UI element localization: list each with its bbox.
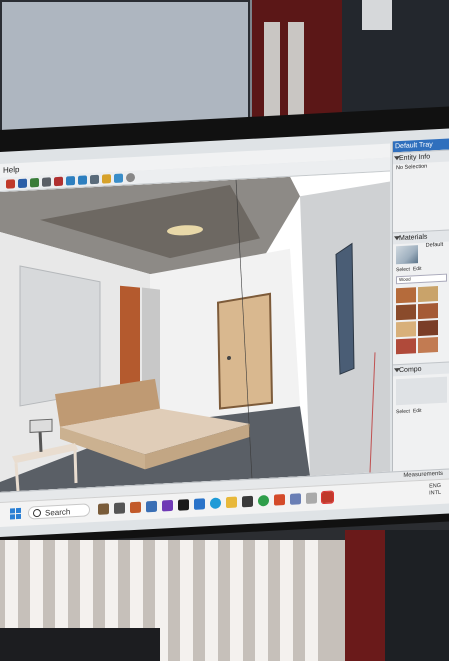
components-tab-select[interactable]: Select [396,409,410,416]
app-icon[interactable] [130,501,141,514]
zoom-extents-icon[interactable] [54,176,63,187]
orbit-icon[interactable] [6,179,15,189]
scene-icon[interactable] [114,173,123,184]
entity-info-body [393,169,449,232]
menu-help[interactable]: Help [3,165,19,175]
chevron-down-icon [394,156,400,161]
edge-icon[interactable] [210,497,221,509]
app-icon[interactable] [178,499,189,511]
material-swatch[interactable] [396,338,416,355]
walk-icon[interactable] [66,176,75,186]
default-tray: Default Tray Entity Info No Selection Ma… [392,138,449,472]
app-icon[interactable] [306,492,317,504]
material-library-dropdown[interactable]: Wood [396,273,447,285]
task-view-icon[interactable] [114,502,125,515]
material-swatch[interactable] [418,286,438,303]
chevron-down-icon [394,236,400,241]
pan-icon[interactable] [18,178,27,189]
materials-tab-edit[interactable]: Edit [413,266,422,272]
material-swatch[interactable] [418,303,438,320]
dark-corner-lower [385,530,449,661]
settings-icon[interactable] [126,172,135,183]
position-camera-icon[interactable] [90,174,99,185]
app-icon[interactable] [290,493,301,505]
windows-start-icon[interactable] [10,507,21,520]
screen: Help Default Tray Entity Info No Selecti… [0,128,449,537]
app-icon[interactable] [274,494,285,506]
sketchup-icon[interactable] [321,490,334,505]
file-explorer-icon[interactable] [226,496,237,509]
component-preview [396,376,447,406]
app-icon[interactable] [194,498,205,510]
main-monitor: Help Default Tray Entity Info No Selecti… [0,106,449,546]
app-icon[interactable] [242,495,253,508]
widgets-icon[interactable] [98,503,109,515]
app-icon[interactable] [146,500,157,513]
components-section[interactable]: Compo [393,361,449,377]
red-pillar [252,0,342,130]
system-clock[interactable]: ENG INTL [429,483,441,498]
materials-tab-select[interactable]: Select [396,267,410,274]
material-swatches [393,283,449,356]
red-pillar-lower [345,530,385,661]
app-icon[interactable] [162,499,173,512]
components-tab-edit[interactable]: Edit [413,408,422,414]
material-swatch[interactable] [418,320,438,337]
zoom-window-icon[interactable] [42,177,51,187]
section-icon[interactable] [102,174,111,184]
look-around-icon[interactable] [78,175,87,185]
3d-viewport[interactable] [0,171,390,492]
laptop-edge [0,628,160,661]
search-icon [33,508,41,518]
chrome-icon[interactable] [258,494,269,507]
material-preview [396,245,418,265]
material-swatch[interactable] [396,304,416,321]
zoom-icon[interactable] [30,177,39,188]
material-swatch[interactable] [396,287,416,304]
material-swatch[interactable] [418,337,438,354]
taskbar-search[interactable]: Search [28,503,90,520]
material-swatch[interactable] [396,321,416,338]
lamp-light [362,0,392,30]
table-lamp [29,418,53,433]
chevron-down-icon [394,368,400,373]
bedroom-model [0,176,390,492]
measurements-label: Measurements [403,470,443,479]
